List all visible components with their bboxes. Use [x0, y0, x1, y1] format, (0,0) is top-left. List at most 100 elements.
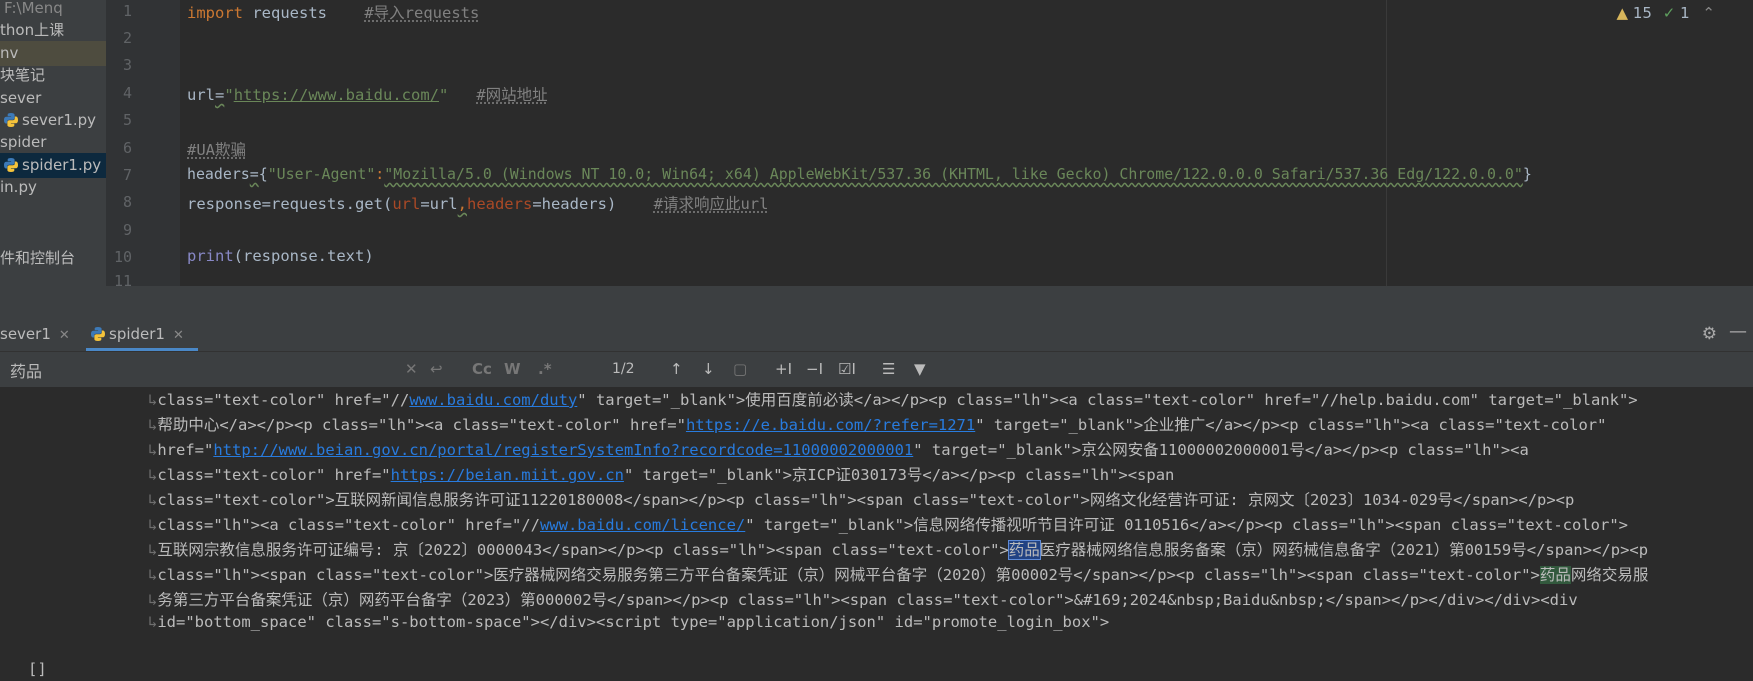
- line-number: 4: [122, 84, 132, 102]
- search-match: 药品: [1539, 566, 1571, 584]
- tree-scratches-consoles[interactable]: 件和控制台: [0, 246, 75, 271]
- console-line: ↳href="http://www.beian.gov.cn/portal/re…: [148, 438, 1529, 460]
- operator: =: [249, 165, 259, 183]
- text: class="text-color">互联网新闻信息服务许可证112201800…: [157, 491, 1575, 509]
- python-file-icon: [4, 113, 18, 127]
- value: =url: [420, 195, 458, 213]
- comment: #UA欺骗: [187, 141, 246, 159]
- soft-wrap-icon: ↳: [148, 416, 158, 434]
- arrow-up-icon[interactable]: ↑: [670, 360, 683, 378]
- soft-wrap-icon: ↳: [148, 441, 158, 459]
- tool-window-splitter[interactable]: [0, 286, 1753, 317]
- comment: #网站地址: [476, 86, 548, 104]
- string-value: "Mozilla/5.0 (Windows NT 10.0; Win64; x6…: [384, 165, 1523, 183]
- var-url: url: [187, 86, 215, 104]
- clear-search-icon[interactable]: ✕: [405, 360, 418, 378]
- text: 医疗器械网络信息服务备案（京）网药械信息备字（2021）第00159号</spa…: [1039, 541, 1649, 559]
- search-match-current: 药品: [1007, 540, 1041, 560]
- regex-toggle[interactable]: .*: [538, 360, 552, 378]
- tree-file-main[interactable]: in.py: [0, 175, 37, 200]
- var-response: response: [187, 195, 262, 213]
- history-icon[interactable]: ↩: [430, 360, 443, 378]
- arrow-down-icon[interactable]: ↓: [702, 360, 715, 378]
- soft-wrap-icon: ↳: [148, 516, 158, 534]
- text: " target="_blank">京公网安备11000002000001号</…: [913, 441, 1529, 459]
- code-line-7[interactable]: headers={"User-Agent":"Mozilla/5.0 (Wind…: [187, 165, 1532, 183]
- line-number: 2: [122, 29, 132, 47]
- comment: #请求响应此url: [653, 195, 769, 213]
- options-icon[interactable]: ☰: [882, 360, 895, 378]
- select-all-occurrences-icon[interactable]: ▢: [733, 360, 747, 378]
- check-icon: ✓: [1662, 4, 1676, 22]
- filter-icon[interactable]: ▼: [914, 360, 926, 378]
- comment: #导入requests: [364, 4, 480, 22]
- editor-scrollbar[interactable]: [1741, 0, 1753, 286]
- tree-folder-spider[interactable]: spider: [0, 130, 46, 155]
- console-line: ↳帮助中心</a></p><p class="lh"><a class="tex…: [148, 413, 1606, 435]
- gear-icon[interactable]: ⚙: [1702, 324, 1717, 344]
- tab-label: spider1: [109, 325, 165, 343]
- console-search-bar: ✕ ↩ Cc W .* 1/2 ↑ ↓ ▢ +Ⅰ −Ⅰ ☑Ⅰ ☰ ▼: [0, 352, 1753, 388]
- text: 帮助中心</a></p><p class="lh"><a class="text…: [157, 416, 686, 434]
- run-tab-sever1[interactable]: sever1 ✕: [0, 317, 70, 351]
- string-quote: ": [224, 86, 234, 104]
- console-line: ↳class="lh"><a class="text-color" href="…: [148, 513, 1628, 535]
- chevron-up-icon[interactable]: ⌃: [1702, 4, 1715, 22]
- code-line-6[interactable]: #UA欺骗: [187, 138, 246, 160]
- text: class="text-color" href="//: [157, 391, 410, 409]
- soft-wrap-icon: ↳: [148, 466, 158, 484]
- run-tab-spider1[interactable]: spider1 ✕: [86, 317, 198, 351]
- console-output-result: []: [28, 660, 47, 678]
- close-icon[interactable]: ✕: [173, 328, 184, 343]
- tree-file-label: spider1.py: [22, 156, 102, 174]
- add-occurrence-icon[interactable]: +Ⅰ: [775, 360, 792, 378]
- code-line-8[interactable]: response=requests.get(url=url,headers=he…: [187, 192, 768, 214]
- whole-words-toggle[interactable]: W: [504, 360, 521, 378]
- remove-occurrence-icon[interactable]: −Ⅰ: [806, 360, 823, 378]
- kwarg-headers: headers: [466, 195, 533, 213]
- python-file-icon: [4, 158, 18, 172]
- line-number: 8: [122, 193, 132, 211]
- string-url: https://www.baidu.com/: [233, 86, 439, 104]
- console-link[interactable]: www.baidu.com/duty: [409, 391, 577, 409]
- string-quote: ": [439, 86, 449, 104]
- code-line-10[interactable]: print(response.text): [187, 247, 374, 265]
- brace: {: [258, 165, 268, 183]
- match-case-toggle[interactable]: Cc: [472, 360, 492, 378]
- brace: }: [1522, 165, 1532, 183]
- run-tab-bar: sever1 ✕ spider1 ✕ ⚙ —: [0, 317, 1753, 352]
- line-number: 9: [122, 221, 132, 239]
- code-line-1[interactable]: import requests #导入requests: [187, 1, 479, 23]
- soft-wrap-icon: ↳: [148, 541, 158, 559]
- console-link[interactable]: https://e.baidu.com/?refer=1271: [686, 416, 975, 434]
- tree-folder-python-class[interactable]: thon上课: [0, 18, 64, 43]
- console-output[interactable]: ↳class="text-color" href="//www.baidu.co…: [0, 388, 1753, 681]
- console-link[interactable]: https://beian.miit.gov.cn: [391, 466, 624, 484]
- right-margin-guide: [1386, 0, 1387, 286]
- search-input[interactable]: [8, 357, 392, 383]
- console-line: ↳务第三方平台备案凭证（京）网药平台备字（2023）第000002号</span…: [148, 588, 1578, 610]
- inspection-widget[interactable]: ▲ 15 ✓ 1 ⌃: [1617, 4, 1715, 22]
- value: =headers): [532, 195, 617, 213]
- text: class="lh"><a class="text-color" href="/…: [157, 516, 540, 534]
- string-key: "User-Agent": [267, 165, 376, 183]
- text: 务第三方平台备案凭证（京）网药平台备字（2023）第000002号</span>…: [157, 591, 1578, 609]
- console-line: ↳class="lh"><span class="text-color">医疗器…: [148, 563, 1648, 585]
- warning-count: 15: [1632, 4, 1652, 22]
- line-number: 10: [113, 248, 132, 266]
- text: 互联网宗教信息服务许可证编号: 京〔2022〕0000043</span></p…: [157, 541, 1009, 559]
- console-line: ↳互联网宗教信息服务许可证编号: 京〔2022〕0000043</span></…: [148, 538, 1648, 560]
- console-link[interactable]: http://www.beian.gov.cn/portal/registerS…: [213, 441, 913, 459]
- match-count: 1/2: [612, 361, 635, 377]
- text: " target="_blank">使用百度前必读</a></p><p clas…: [577, 391, 1638, 409]
- tab-label: sever1: [0, 325, 51, 343]
- tree-folder-notes[interactable]: 块笔记: [0, 63, 45, 88]
- text: " target="_blank">信息网络传播视听节目许可证 0110516<…: [745, 516, 1628, 534]
- minimize-icon[interactable]: —: [1729, 321, 1747, 342]
- call: =requests.get(: [261, 195, 393, 213]
- close-icon[interactable]: ✕: [59, 328, 70, 343]
- console-link[interactable]: www.baidu.com/licence/: [540, 516, 745, 534]
- console-line: ↳class="text-color">互联网新闻信息服务许可证11220180…: [148, 488, 1574, 510]
- select-occurrences-icon[interactable]: ☑Ⅰ: [838, 360, 856, 378]
- code-line-4[interactable]: url="https://www.baidu.com/" #网站地址: [187, 83, 548, 105]
